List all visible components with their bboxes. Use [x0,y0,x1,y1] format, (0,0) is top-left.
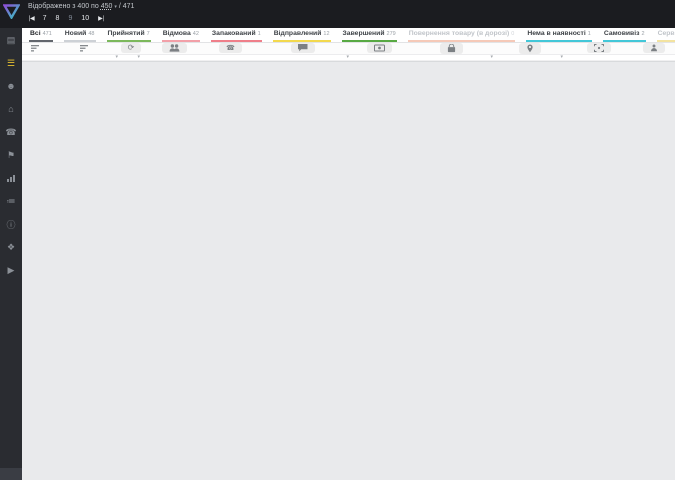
app-logo-icon [3,4,20,21]
payment-icon[interactable] [351,43,407,54]
info-icon[interactable]: ⓘ [3,218,19,230]
reports-icon[interactable] [3,172,19,184]
tracking-scan-icon[interactable] [565,43,632,54]
telephony-icon[interactable]: ☎ [3,126,19,138]
sidebar: ▤ ☰ ☻ ⌂ ☎ ⚑ ≔ ⓘ ❖ ▶ [0,28,22,480]
top-bar: Відображено з 400 по 450 ▾ / 471 ∣◀ 7 8 … [0,0,675,28]
products-icon[interactable] [407,43,495,54]
product-filter-arrow[interactable]: ▾ [407,55,495,60]
records-total: / 471 [119,3,135,10]
records-range-selector[interactable]: Відображено з 400 по 450 ▾ / 471 [28,3,134,10]
country-filter-arrow[interactable]: ▾ [120,55,142,60]
page-button-10[interactable]: 10 [81,15,89,22]
page-button-7[interactable]: 7 [43,15,47,22]
integrations-icon[interactable]: ❖ [3,241,19,253]
city-filter-arrow[interactable]: ▾ [505,55,565,60]
page-button-8[interactable]: 8 [56,15,60,22]
records-range-to: 450 [101,3,113,10]
status-tab-bar: Всі471 Новий48 Прийнятий7 Відмова42 Запакова… [22,28,675,43]
comment-filter-arrow[interactable]: ▾ [255,55,351,60]
settings-icon[interactable]: ≔ [3,195,19,207]
filter-id-icon[interactable] [22,43,48,54]
tab-Всі[interactable]: Всі471 [29,30,53,42]
page-button-9[interactable]: 9 [68,15,72,22]
customers-icon[interactable] [142,43,206,54]
tab-Завершений[interactable]: Завершений279 [342,30,397,42]
tab-Прийнятий[interactable]: Прийнятий7 [107,30,151,42]
tab-Самовивіз[interactable]: Самовивіз2 [603,30,646,42]
tab-Новий[interactable]: Новий48 [64,30,96,42]
tab-Відправлений[interactable]: Відправлений12 [273,30,331,42]
comments-icon[interactable] [255,43,351,54]
first-page-button[interactable]: ∣◀ [28,15,34,22]
client-type-icon[interactable] [632,43,675,54]
filter-status-icon[interactable] [48,43,120,54]
delivery-location-icon[interactable] [495,43,565,54]
phone-icon[interactable]: ☎ [206,43,255,54]
status-filter-arrow[interactable]: ▾ [48,55,120,60]
tab-Нема в наявності[interactable]: Нема в наявності1 [526,30,592,42]
records-range-prefix: Відображено з 400 по [28,3,99,10]
dashboard-icon[interactable]: ▤ [3,34,19,46]
tab-Відмова[interactable]: Відмова42 [162,30,200,42]
sidebar-footer[interactable] [0,468,22,480]
tab-Повернення товару (в дорозі)[interactable]: Повернення товару (в дорозі)0 [408,30,516,42]
tab-Запакований[interactable]: Запакований1 [211,30,262,42]
pagination: ∣◀ 7 8 9 10 ▶∣ [28,15,104,22]
marketing-icon[interactable]: ⚑ [3,149,19,161]
tab-Сервіси[interactable]: Сервіси0 [657,30,675,42]
chevron-down-icon: ▾ [114,4,117,10]
bottom-strip [22,61,675,480]
refresh-icon[interactable]: ⟳ [120,43,142,54]
last-page-button[interactable]: ▶∣ [98,15,104,22]
orders-icon[interactable]: ☰ [3,57,19,69]
tutorials-icon[interactable]: ▶ [3,264,19,276]
clients-icon[interactable]: ☻ [3,80,19,92]
warehouse-icon[interactable]: ⌂ [3,103,19,115]
